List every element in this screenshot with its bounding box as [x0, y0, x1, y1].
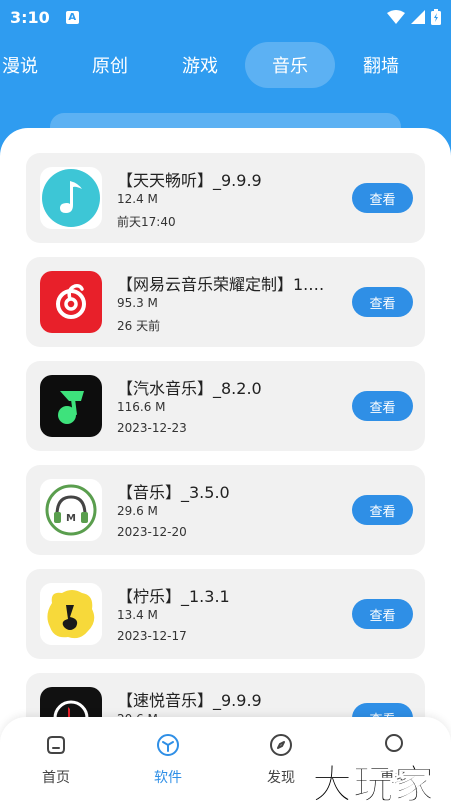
app-card[interactable]: 【网易云音乐荣耀定制】1.… 95.3 M 26 天前 查看 [26, 257, 425, 347]
view-button[interactable]: 查看 [352, 391, 413, 421]
app-size: 12.4 M [117, 192, 158, 206]
tab-yuanchuang[interactable]: 原创 [65, 42, 155, 88]
qishui-music-icon [40, 375, 102, 437]
status-icons [387, 9, 441, 25]
compass-icon [270, 734, 292, 756]
tiantian-music-note-icon [40, 167, 102, 229]
app-date: 2023-12-17 [117, 629, 187, 643]
app-date: 前天17:40 [117, 215, 176, 229]
tab-fanqiang[interactable]: 翻墙 [336, 42, 426, 88]
software-cube-icon [157, 734, 179, 756]
netease-cloud-music-icon [40, 271, 102, 333]
app-name: 【速悦音乐】_9.9.9 [117, 691, 262, 710]
view-button[interactable]: 查看 [352, 495, 413, 525]
app-card[interactable]: 【汽水音乐】_8.2.0 116.6 M 2023-12-23 查看 [26, 361, 425, 451]
app-name: 【网易云音乐荣耀定制】1.… [117, 275, 325, 294]
status-time: 3:10 [10, 7, 50, 27]
nav-label: 软件 [154, 770, 182, 786]
nav-home[interactable]: 首页 [16, 733, 96, 793]
nav-label: 首页 [42, 770, 70, 786]
svg-text:M: M [66, 513, 76, 524]
app-size: 95.3 M [117, 296, 158, 310]
category-tabs: 漫说 原创 游戏 音乐 翻墙 [0, 42, 451, 88]
nav-software[interactable]: 软件 [128, 733, 208, 793]
tab-youxi[interactable]: 游戏 [155, 42, 245, 88]
app-name: 【天天畅听】_9.9.9 [117, 171, 262, 190]
app-date: 2023-12-23 [117, 421, 187, 435]
home-icon [47, 736, 65, 754]
app-card[interactable]: M 【音乐】_3.5.0 29.6 M 2023-12-20 查看 [26, 465, 425, 555]
battery-icon [431, 9, 441, 25]
tab-yinyue[interactable]: 音乐 [245, 42, 335, 88]
app-size: 29.6 M [117, 504, 158, 518]
app-name: 【柠乐】_1.3.1 [117, 587, 230, 606]
ningle-lemon-icon [40, 583, 102, 645]
view-button[interactable]: 查看 [352, 599, 413, 629]
app-date: 2023-12-20 [117, 525, 187, 539]
app-card[interactable]: 【天天畅听】_9.9.9 12.4 M 前天17:40 查看 [26, 153, 425, 243]
status-bar: 3:10 A [0, 0, 451, 34]
app-name: 【音乐】_3.5.0 [117, 483, 230, 502]
headphones-m-icon: M [40, 479, 102, 541]
watermark-text: 大玩家 [312, 762, 435, 803]
nav-label: 发现 [267, 770, 295, 786]
app-list-panel: 【天天畅听】_9.9.9 12.4 M 前天17:40 查看 【网易云音乐荣耀定… [0, 128, 451, 803]
wifi-icon [387, 10, 405, 24]
app-date: 26 天前 [117, 319, 161, 333]
signal-icon [411, 10, 425, 24]
app-card[interactable]: 【柠乐】_1.3.1 13.4 M 2023-12-17 查看 [26, 569, 425, 659]
view-button[interactable]: 查看 [352, 287, 413, 317]
app-size: 116.6 M [117, 400, 166, 414]
app-name: 【汽水音乐】_8.2.0 [117, 379, 262, 398]
app-size: 13.4 M [117, 608, 158, 622]
view-button[interactable]: 查看 [352, 183, 413, 213]
nav-discover[interactable]: 发现 [241, 733, 321, 793]
notification-icon: A [65, 10, 79, 24]
tab-manshuo[interactable]: 漫说 [0, 42, 65, 88]
